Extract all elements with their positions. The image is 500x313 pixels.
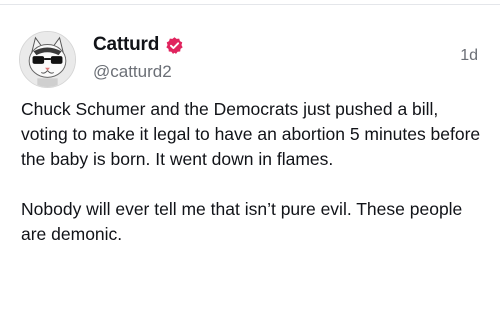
cat-avatar-icon bbox=[20, 32, 75, 87]
post-card: Catturd @catturd2 1d Chuck Schumer and t… bbox=[0, 0, 500, 313]
post-body: Chuck Schumer and the Democrats just pus… bbox=[21, 97, 483, 247]
author-display-name[interactable]: Catturd bbox=[93, 33, 159, 57]
avatar[interactable] bbox=[19, 31, 76, 88]
author-handle[interactable]: @catturd2 bbox=[93, 61, 172, 83]
author-name-row: Catturd bbox=[93, 33, 184, 57]
post-paragraph: Chuck Schumer and the Democrats just pus… bbox=[21, 99, 481, 169]
post-timestamp[interactable]: 1d bbox=[460, 46, 478, 66]
top-divider bbox=[0, 0, 500, 5]
verified-badge-icon bbox=[165, 36, 184, 55]
post-paragraph: Nobody will ever tell me that isn’t pure… bbox=[21, 199, 463, 244]
